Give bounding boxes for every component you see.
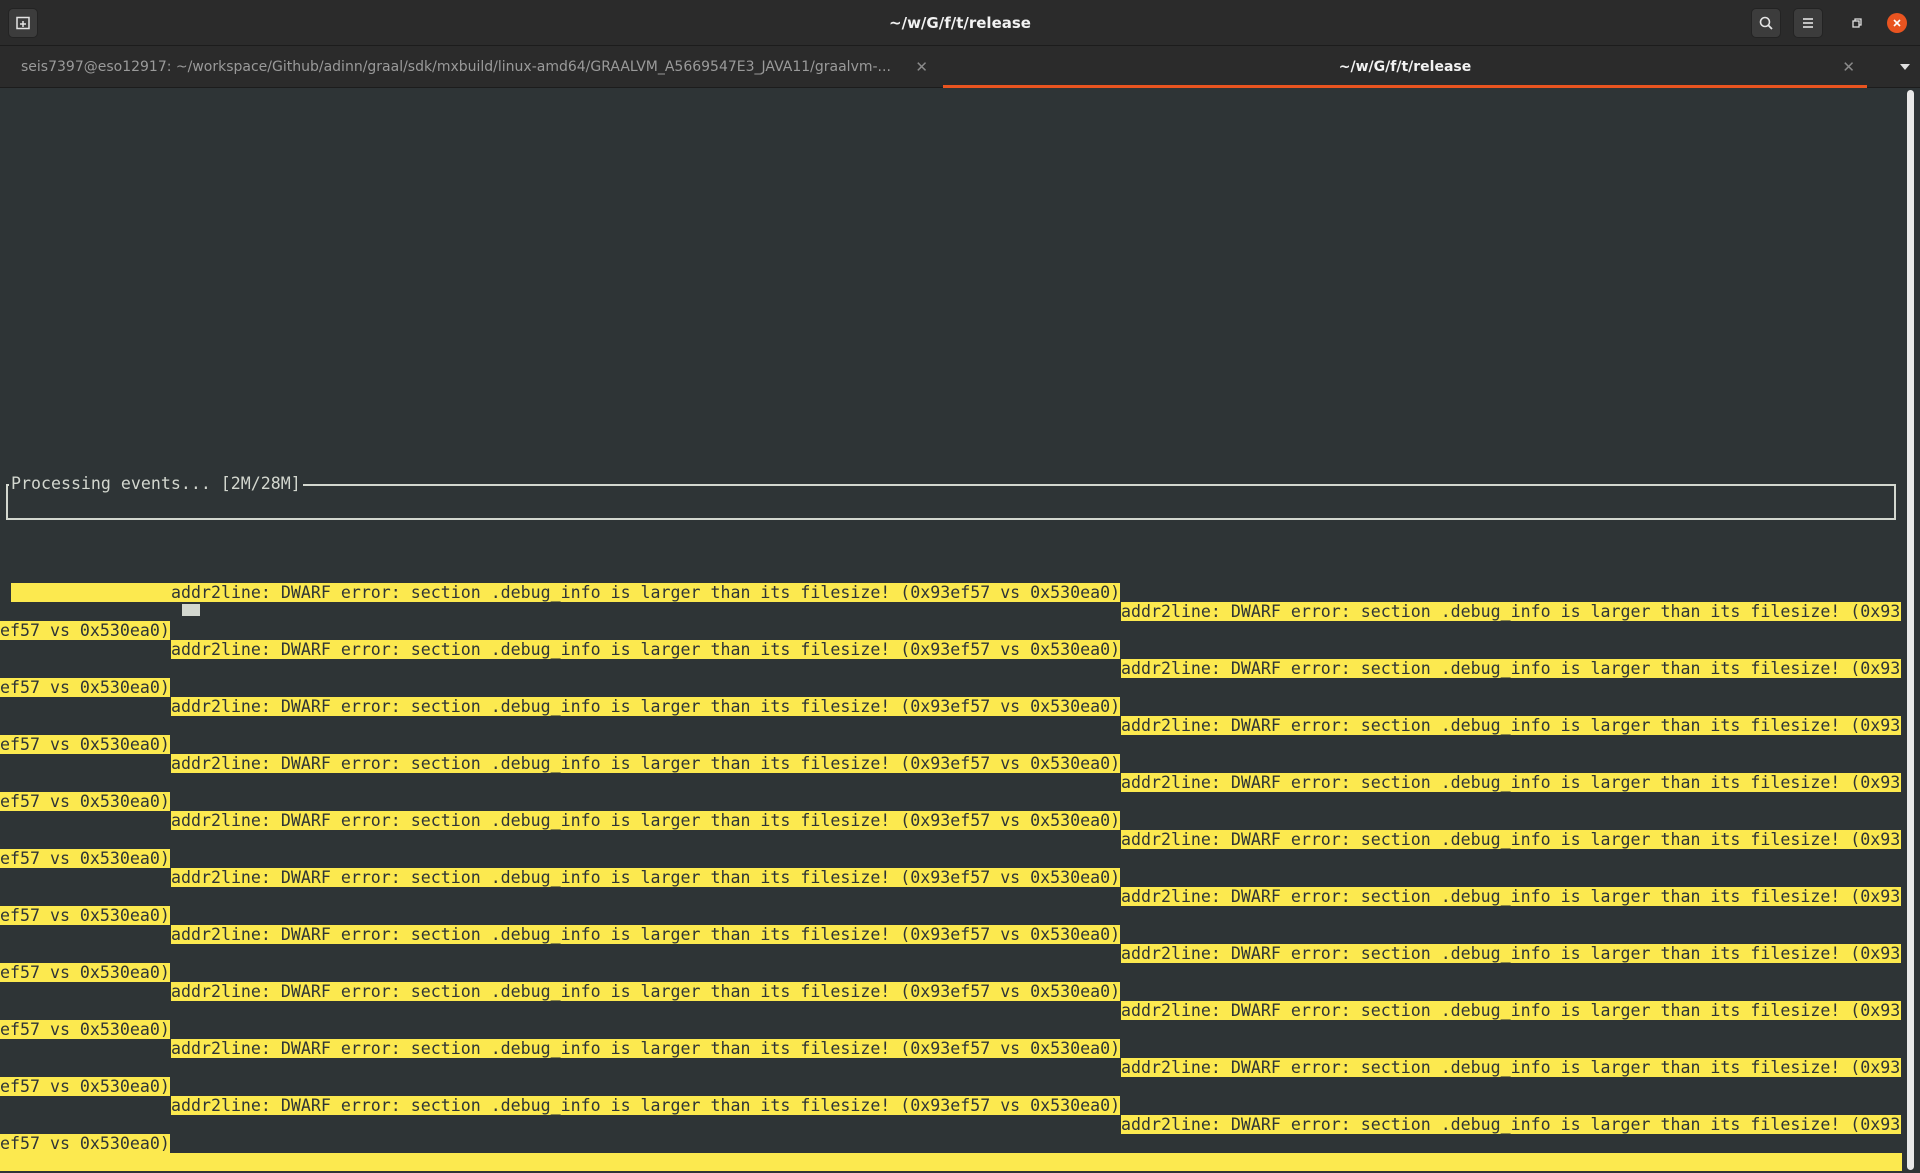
restore-button[interactable] bbox=[1847, 13, 1867, 33]
error-line: addr2line: DWARF error: section .debug_i… bbox=[171, 811, 1121, 830]
error-line: ef57 vs 0x530ea0) bbox=[0, 1077, 170, 1096]
header-bar: ~/w/G/f/t/release bbox=[0, 0, 1920, 46]
new-tab-icon bbox=[16, 16, 30, 30]
error-line: addr2line: DWARF error: section .debug_i… bbox=[1121, 716, 1901, 735]
highlight-fill bbox=[0, 1153, 1902, 1171]
tab-release[interactable]: ~/w/G/f/t/release ✕ bbox=[943, 46, 1867, 88]
restore-icon bbox=[1852, 18, 1862, 28]
error-line: ef57 vs 0x530ea0) bbox=[0, 735, 170, 754]
error-line: addr2line: DWARF error: section .debug_i… bbox=[171, 868, 1121, 887]
error-line: addr2line: DWARF error: section .debug_i… bbox=[171, 583, 1121, 602]
error-line: addr2line: DWARF error: section .debug_i… bbox=[171, 925, 1121, 944]
error-line: addr2line: DWARF error: section .debug_i… bbox=[171, 1096, 1121, 1115]
error-line: addr2line: DWARF error: section .debug_i… bbox=[171, 1039, 1121, 1058]
error-line: addr2line: DWARF error: section .debug_i… bbox=[1121, 830, 1901, 849]
highlight-fill bbox=[11, 583, 171, 602]
window-title: ~/w/G/f/t/release bbox=[889, 14, 1031, 32]
error-line: addr2line: DWARF error: section .debug_i… bbox=[171, 754, 1121, 773]
terminal-scrollbar[interactable] bbox=[1907, 90, 1914, 1170]
tab-close-icon[interactable]: ✕ bbox=[915, 46, 928, 88]
error-line: ef57 vs 0x530ea0) bbox=[0, 849, 170, 868]
menu-button[interactable] bbox=[1793, 8, 1823, 38]
error-line: addr2line: DWARF error: section .debug_i… bbox=[1121, 773, 1901, 792]
error-line: ef57 vs 0x530ea0) bbox=[0, 1020, 170, 1039]
error-line: addr2line: DWARF error: section .debug_i… bbox=[171, 982, 1121, 1001]
error-line: ef57 vs 0x530ea0) bbox=[0, 906, 170, 925]
close-window-button[interactable] bbox=[1887, 13, 1907, 33]
progress-title: Processing events... [2M/28M] bbox=[9, 474, 303, 493]
error-line: addr2line: DWARF error: section .debug_i… bbox=[1121, 1115, 1901, 1134]
tab-workspace[interactable]: seis7397@eso12917: ~/workspace/Github/ad… bbox=[0, 46, 940, 88]
error-line: ef57 vs 0x530ea0) bbox=[0, 678, 170, 697]
tab-label: seis7397@eso12917: ~/workspace/Github/ad… bbox=[21, 59, 891, 75]
terminal-cursor bbox=[182, 604, 200, 616]
error-line: ef57 vs 0x530ea0) bbox=[0, 963, 170, 982]
error-line: ef57 vs 0x530ea0) bbox=[0, 1134, 170, 1153]
error-line: addr2line: DWARF error: section .debug_i… bbox=[1121, 887, 1901, 906]
tab-menu-button[interactable] bbox=[1890, 46, 1920, 88]
error-line: addr2line: DWARF error: section .debug_i… bbox=[1121, 1001, 1901, 1020]
new-tab-button[interactable] bbox=[8, 8, 38, 38]
error-line: addr2line: DWARF error: section .debug_i… bbox=[171, 697, 1121, 716]
error-line: addr2line: DWARF error: section .debug_i… bbox=[1121, 944, 1901, 963]
tab-bar: seis7397@eso12917: ~/workspace/Github/ad… bbox=[0, 46, 1920, 88]
tab-close-icon[interactable]: ✕ bbox=[1842, 46, 1855, 88]
tab-label: ~/w/G/f/t/release bbox=[1338, 59, 1472, 75]
search-button[interactable] bbox=[1751, 8, 1781, 38]
close-icon bbox=[1893, 19, 1901, 27]
error-line: ef57 vs 0x530ea0) bbox=[0, 792, 170, 811]
hamburger-menu-icon bbox=[1803, 18, 1813, 28]
error-line: addr2line: DWARF error: section .debug_i… bbox=[1121, 602, 1901, 621]
error-line: addr2line: DWARF error: section .debug_i… bbox=[1121, 1058, 1901, 1077]
error-line: ef57 vs 0x530ea0) bbox=[0, 621, 170, 640]
search-icon bbox=[1759, 16, 1773, 30]
error-line: addr2line: DWARF error: section .debug_i… bbox=[1121, 659, 1901, 678]
error-line: addr2line: DWARF error: section .debug_i… bbox=[171, 640, 1121, 659]
chevron-down-icon bbox=[1900, 64, 1910, 70]
